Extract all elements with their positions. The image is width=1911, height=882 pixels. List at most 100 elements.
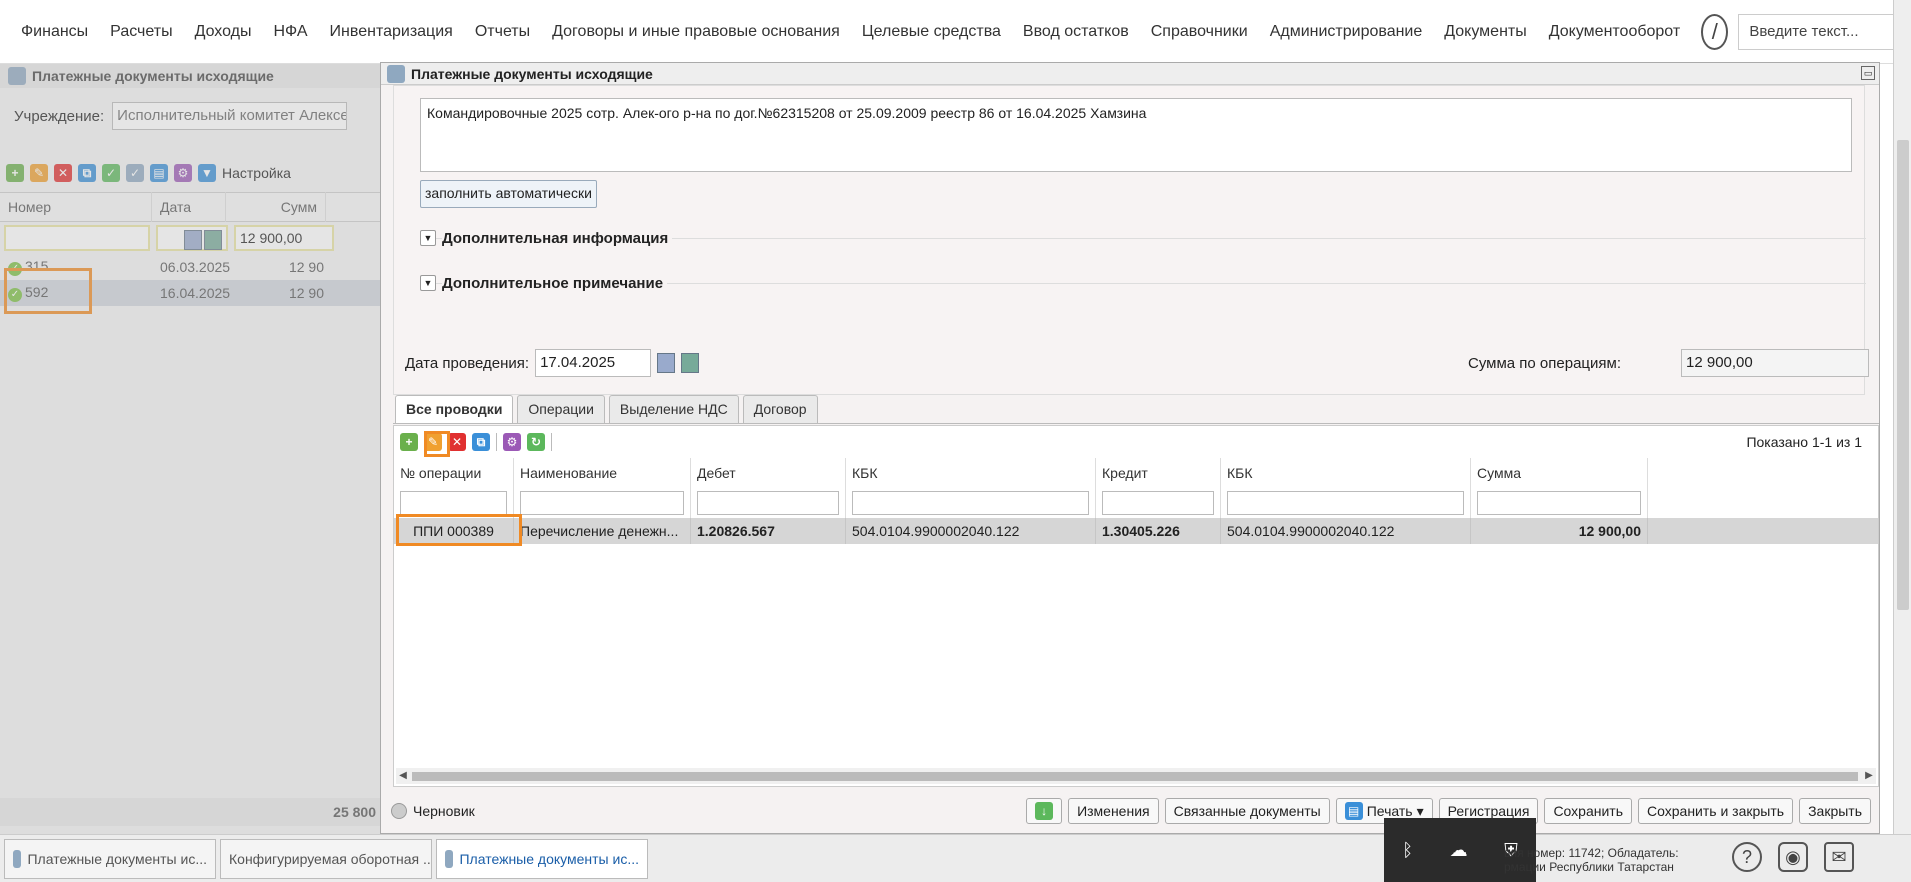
delete-icon[interactable]: ✕ [448,433,466,451]
taskbar-label: Платежные документы ис... [459,850,639,867]
grid-toolbar: + ✎ ✕ ⧉ ⚙ ↻ Показано 1-1 из 1 [394,426,1878,458]
clear-date-icon[interactable] [681,353,700,373]
tab-vat[interactable]: Выделение НДС [608,395,739,423]
add-icon[interactable]: + [400,433,418,451]
col-sum[interactable]: Сумма [1471,458,1648,488]
bluetooth-icon[interactable]: ᛒ [1402,840,1413,861]
col-kbk-debit[interactable]: КБК [846,458,1096,488]
version-line-1: вия номер: 11742; Обладатель: [1504,846,1679,860]
menu-calculations[interactable]: Расчеты [99,23,183,41]
col-credit[interactable]: Кредит [1096,458,1221,488]
filter-credit[interactable] [1102,491,1214,515]
help-icon[interactable]: ? [1732,842,1762,872]
taskbar-item-payment-docs-2[interactable]: Платежные документы ис... [436,838,648,879]
autofill-button[interactable]: заполнить автоматически [420,180,597,208]
horizontal-scrollbar[interactable]: ◀ ▶ [396,768,1876,784]
shown-count: Показано 1-1 из 1 [1746,434,1862,450]
camera-icon[interactable]: ◉ [1778,842,1808,872]
export-icon: ↓ [1035,802,1054,820]
tab-contract[interactable]: Договор [742,395,818,423]
cloud-off-icon[interactable]: ☁ [1450,840,1468,861]
posting-date-row: Дата проведения: 17.04.2025 [405,349,700,377]
draft-label: Черновик [413,803,475,819]
separator [496,433,497,451]
payment-doc-modal: Платежные документы исходящие ▭ Командир… [380,62,1880,834]
menu-finance[interactable]: Финансы [10,23,99,41]
separator [551,433,552,451]
save-button[interactable]: Сохранить [1544,798,1633,824]
menu-target-funds[interactable]: Целевые средства [851,23,1012,41]
operations-sum-label: Сумма по операциям: [1468,354,1621,372]
filter-debit[interactable] [697,491,839,515]
scroll-right-icon[interactable]: ▶ [1862,768,1876,784]
section-extra-note-label: Дополнительное примечание [442,274,668,292]
entries-grid: + ✎ ✕ ⧉ ⚙ ↻ Показано 1-1 из 1 № операции… [393,425,1879,787]
menu-reports[interactable]: Отчеты [464,23,541,41]
expand-icon[interactable]: ▼ [420,230,436,246]
col-debit[interactable]: Дебет [691,458,846,488]
modal-titlebar: Платежные документы исходящие ▭ [381,63,1879,85]
draft-status: Черновик [391,803,475,819]
scrollbar-thumb[interactable] [412,772,1858,781]
filter-name[interactable] [520,491,684,515]
grid-filter-row [394,488,1878,518]
export-button[interactable]: ↓ [1026,798,1063,824]
settings-gear-icon[interactable]: ⚙ [503,433,521,451]
taskbar-item-payment-docs-1[interactable]: Платежные документы ис... [4,838,216,879]
tab-bar: Все проводки Операции Выделение НДС Дого… [395,395,818,423]
col-name[interactable]: Наименование [514,458,691,488]
col-operation-no[interactable]: № операции [394,458,514,488]
filter-kbk-debit[interactable] [852,491,1089,515]
posting-date-field[interactable]: 17.04.2025 [535,349,652,377]
tab-operations[interactable]: Операции [517,395,605,423]
save-close-button[interactable]: Сохранить и закрыть [1638,798,1794,824]
posting-date-label: Дата проведения: [405,354,530,372]
taskbar-label: Платежные документы ис... [27,850,207,867]
cell-debit: 1.20826.567 [691,518,846,544]
linked-docs-button[interactable]: Связанные документы [1164,798,1330,824]
filter-kbk-credit[interactable] [1227,491,1464,515]
expand-icon[interactable]: ▼ [420,275,436,291]
version-info: вия номер: 11742; Обладатель: рмации Рес… [1504,846,1679,874]
taskbar-label: Конфигурируемая оборотная ... [229,850,432,867]
payment-purpose-field[interactable]: Командировочные 2025 сотр. Алек-ого р-на… [420,98,1852,172]
maximize-icon[interactable]: ▭ [1861,66,1875,80]
refresh-icon[interactable]: ↻ [527,433,545,451]
modal-title: Платежные документы исходящие [411,65,653,82]
table-row[interactable]: ППИ 000389 Перечисление денежн... 1.2082… [394,514,1878,546]
modal-footer: Черновик ↓ Изменения Связанные документы… [381,791,1881,831]
section-extra-note[interactable]: ▼ Дополнительное примечание [420,270,668,296]
calendar-icon[interactable] [657,353,676,373]
modal-overlay [0,64,380,834]
page-scrollbar[interactable] [1893,0,1911,882]
help-icon[interactable]: / [1701,13,1729,50]
mail-icon[interactable]: ✉ [1824,842,1854,872]
menu-docflow[interactable]: Документооборот [1538,23,1691,41]
highlight-edit-button [424,431,450,457]
search-input[interactable]: Введите текст... [1738,13,1911,50]
draft-status-icon [391,803,407,819]
cell-kbk-debit: 504.0104.9900002040.122 [846,518,1096,544]
menu-nfa[interactable]: НФА [263,23,319,41]
version-line-2: рмации Республики Татарстан [1504,860,1674,874]
copy-icon[interactable]: ⧉ [472,433,490,451]
menu-balances-input[interactable]: Ввод остатков [1012,23,1140,41]
menu-contracts[interactable]: Договоры и иные правовые основания [541,23,851,41]
changes-button[interactable]: Изменения [1068,798,1159,824]
menu-inventory[interactable]: Инвентаризация [319,23,464,41]
menu-references[interactable]: Справочники [1140,23,1259,41]
top-menu: Финансы Расчеты Доходы НФА Инвентаризаци… [0,0,1911,64]
filter-operation-no[interactable] [400,491,507,515]
menu-administration[interactable]: Администрирование [1259,23,1434,41]
menu-documents[interactable]: Документы [1433,23,1537,41]
taskbar-item-turnover[interactable]: Конфигурируемая оборотная ... [220,838,432,879]
menu-income[interactable]: Доходы [184,23,263,41]
operations-sum-row: Сумма по операциям: 12 900,00 [1468,349,1869,377]
filter-sum[interactable] [1477,491,1641,515]
scroll-left-icon[interactable]: ◀ [396,768,410,784]
col-kbk-credit[interactable]: КБК [1221,458,1471,488]
close-button[interactable]: Закрыть [1799,798,1871,824]
tab-all-entries[interactable]: Все проводки [395,395,514,423]
scrollbar-thumb[interactable] [1897,140,1909,610]
section-extra-info[interactable]: ▼ Дополнительная информация [420,225,673,251]
